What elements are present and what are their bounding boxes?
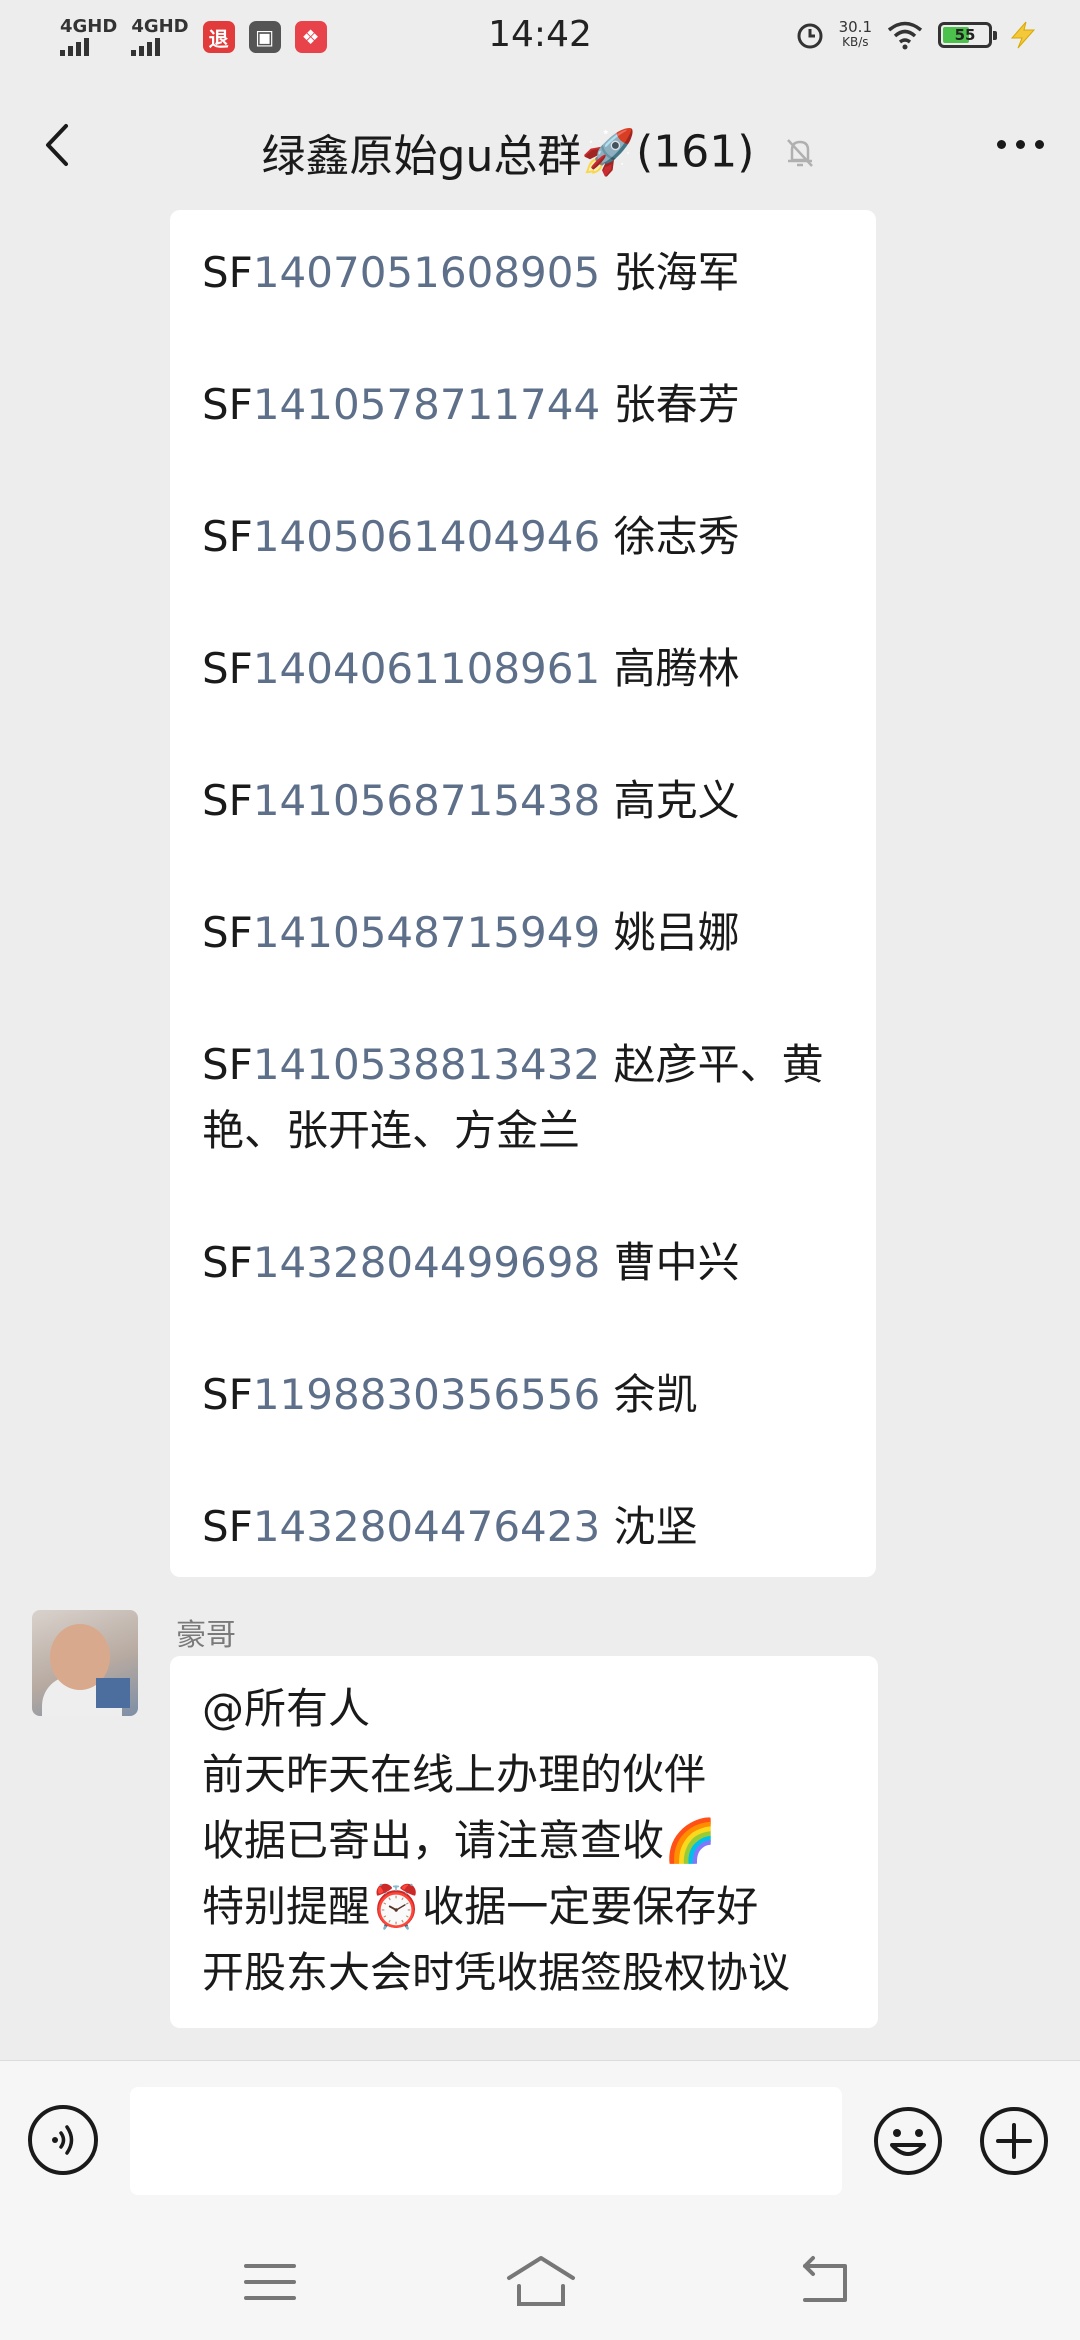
- tracking-prefix: SF: [202, 644, 253, 693]
- message-line: 特别提醒⏰收据一定要保存好: [202, 1882, 759, 1931]
- tracking-prefix: SF: [202, 1040, 253, 1089]
- plus-icon[interactable]: [978, 2105, 1050, 2177]
- battery-level: 55: [954, 26, 976, 44]
- tracking-entry: SF1410548715949 姚吕娜: [202, 900, 844, 966]
- tracking-prefix: SF: [202, 1370, 253, 1419]
- tracking-number-link[interactable]: 1410538813432: [253, 1040, 600, 1089]
- entry-gap: [202, 702, 844, 768]
- message-input[interactable]: [130, 2087, 842, 2195]
- menu-icon[interactable]: [240, 2252, 300, 2312]
- recipient-names: 沈坚: [613, 1502, 698, 1551]
- recipient-names: 曹中兴: [613, 1238, 740, 1287]
- tracking-number-link[interactable]: 1432804499698: [253, 1238, 600, 1287]
- tracking-number-link[interactable]: 1432804476423: [253, 1502, 600, 1551]
- tracking-entry: SF1407051608905 张海军: [202, 240, 844, 306]
- entry-gap: [202, 1296, 844, 1362]
- entry-gap: [202, 438, 844, 504]
- message-line: @所有人: [202, 1684, 371, 1733]
- tracking-prefix: SF: [202, 1502, 253, 1551]
- recipient-names: 赵彦平、黄: [613, 1040, 824, 1089]
- entry-gap: [202, 1428, 844, 1494]
- chat-header: 绿鑫原始gu总群🚀(161): [0, 80, 1080, 210]
- net-speed-unit: KB/s: [842, 35, 869, 49]
- charging-icon: [1010, 21, 1036, 49]
- entry-gap: [202, 834, 844, 900]
- tracking-entry: SF1432804476423 沈坚: [202, 1494, 844, 1560]
- system-nav-bar: [0, 2220, 1080, 2340]
- tracking-number-link[interactable]: 1405061404946: [253, 512, 600, 561]
- battery-icon: 55: [938, 22, 997, 48]
- net-speed-value: 30.1: [838, 18, 872, 36]
- tracking-entry: SF1432804499698 曹中兴: [202, 1230, 844, 1296]
- tracking-entry: SF1410538813432 赵彦平、黄: [202, 1032, 844, 1098]
- tracking-entry: SF1410578711744 张春芳: [202, 372, 844, 438]
- member-count: (161): [636, 126, 755, 178]
- tracking-prefix: SF: [202, 380, 253, 429]
- message-line: 开股东大会时凭收据签股权协议: [202, 1948, 791, 1997]
- message-line: 收据已寄出，请注意查收🌈: [202, 1816, 717, 1865]
- status-right: 30.1 KB/s 55: [795, 20, 1040, 50]
- message-bubble-announcement[interactable]: @所有人 前天昨天在线上办理的伙伴 收据已寄出，请注意查收🌈 特别提醒⏰收据一定…: [170, 1656, 878, 2028]
- home-icon[interactable]: [505, 2252, 577, 2312]
- message-bubble-tracking-list[interactable]: SF1407051608905 张海军 SF1410578711744 张春芳 SF…: [170, 210, 876, 1577]
- entry-gap: [202, 1164, 844, 1230]
- tracking-prefix: SF: [202, 1238, 253, 1287]
- tracking-prefix: SF: [202, 776, 253, 825]
- voice-icon[interactable]: [28, 2105, 98, 2175]
- tracking-entry: SF1410568715438 高克义: [202, 768, 844, 834]
- tracking-number-link[interactable]: 1410578711744: [253, 380, 600, 429]
- message-list[interactable]: SF1407051608905 张海军 SF1410578711744 张春芳 SF…: [0, 210, 1080, 2060]
- entry-gap: [202, 306, 844, 372]
- avatar[interactable]: [32, 1610, 138, 1716]
- sender-name: 豪哥: [176, 1618, 236, 1653]
- recipient-names: 张海军: [613, 248, 740, 297]
- recipient-names: 高腾林: [613, 644, 740, 693]
- tracking-entry: SF1404061108961 高腾林: [202, 636, 844, 702]
- rocket-emoji: 🚀: [581, 127, 637, 178]
- tracking-number-link[interactable]: 1410548715949: [253, 908, 600, 957]
- tracking-entry: SF1405061404946 徐志秀: [202, 504, 844, 570]
- wifi-icon: [887, 21, 923, 50]
- entry-gap: [202, 966, 844, 1032]
- entry-gap: [202, 570, 844, 636]
- recipient-names: 余凯: [613, 1370, 698, 1419]
- tracking-prefix: SF: [202, 248, 253, 297]
- input-bar: [0, 2060, 1080, 2221]
- tracking-prefix: SF: [202, 908, 253, 957]
- more-dots-icon[interactable]: [997, 140, 1044, 149]
- recipient-names: 姚吕娜: [613, 908, 740, 957]
- recipient-names: 张春芳: [613, 380, 740, 429]
- recipient-names: 徐志秀: [613, 512, 740, 561]
- return-icon[interactable]: [795, 2252, 855, 2312]
- emoji-icon[interactable]: [872, 2105, 944, 2177]
- message-line: 前天昨天在线上办理的伙伴: [202, 1750, 707, 1799]
- alarm-icon: [797, 23, 823, 49]
- recipient-names: 高克义: [613, 776, 740, 825]
- net-speed: 30.1 KB/s: [839, 20, 872, 50]
- bell-off-icon: [787, 139, 814, 167]
- tracking-prefix: SF: [202, 512, 253, 561]
- chat-title: 绿鑫原始gu总群🚀(161): [0, 120, 1080, 184]
- tracking-number-link[interactable]: 1410568715438: [253, 776, 600, 825]
- recipient-names-continued: 艳、张开连、方金兰: [202, 1106, 581, 1155]
- group-name: 绿鑫原始gu总群: [261, 131, 582, 182]
- tracking-number-link[interactable]: 1407051608905: [253, 248, 600, 297]
- tracking-number-link[interactable]: 1404061108961: [253, 644, 600, 693]
- tracking-entry: SF1198830356556 余凯: [202, 1362, 844, 1428]
- status-bar: 4GHD 4GHD 退 ▣ ❖ 14:42 30.1 KB/s 55: [0, 0, 1080, 80]
- tracking-number-link[interactable]: 1198830356556: [253, 1370, 600, 1419]
